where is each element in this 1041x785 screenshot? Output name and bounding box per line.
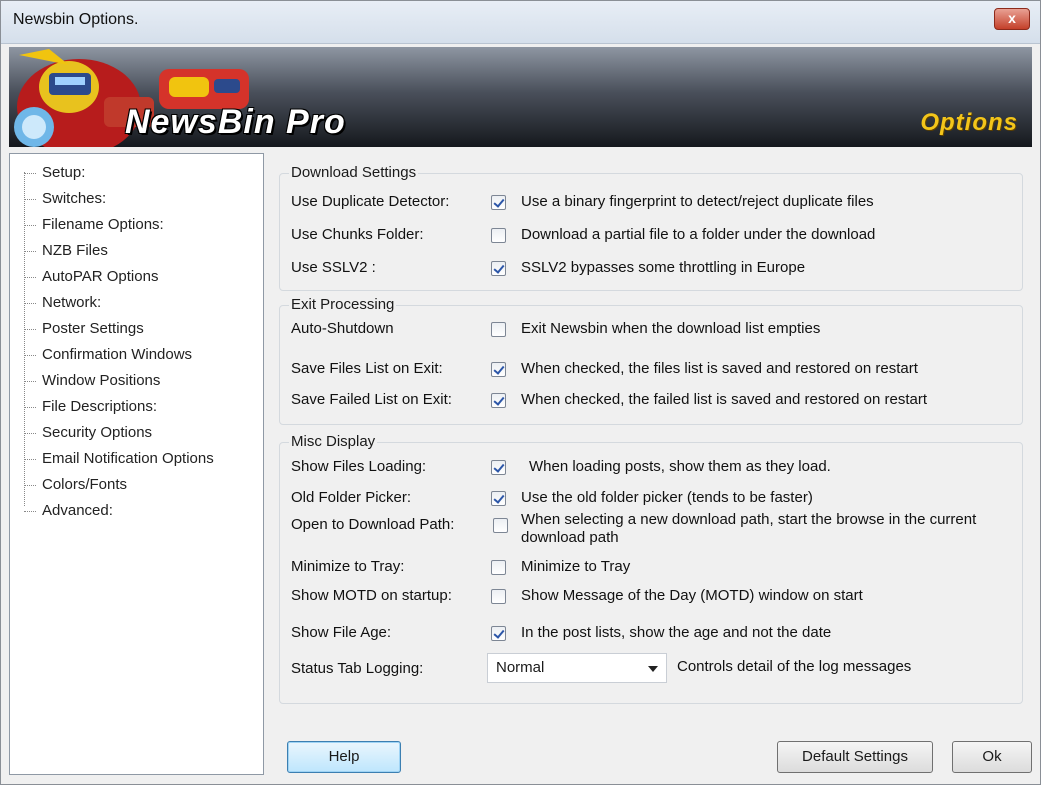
setting-description: Minimize to Tray (521, 558, 631, 575)
header-banner: NewsBin Pro Options (9, 47, 1032, 147)
nav-item-label: Security Options (42, 424, 153, 441)
setting-label: Open to Download Path: (291, 516, 455, 533)
help-button[interactable]: Help (287, 741, 401, 773)
setting-description: Show Message of the Day (MOTD) window on… (521, 587, 863, 604)
nav-item-label: Advanced: (42, 502, 113, 519)
tree-connector (24, 277, 36, 278)
tree-connector (24, 433, 36, 434)
nav-item-label: AutoPAR Options (42, 268, 159, 285)
tree-connector (24, 329, 36, 330)
setting-description: Exit Newsbin when the download list empt… (521, 320, 821, 337)
setting-checkbox[interactable] (491, 261, 506, 276)
setting-label: Use Duplicate Detector: (291, 193, 450, 210)
status-tab-logging-value: Normal (496, 659, 545, 676)
setting-description: In the post lists, show the age and not … (521, 624, 832, 641)
nav-item-label: NZB Files (42, 242, 108, 259)
tree-connector (24, 251, 36, 252)
setting-label: Use Chunks Folder: (291, 226, 424, 243)
options-window: Newsbin Options. x NewsBin Pro Options S… (0, 0, 1041, 785)
tree-connector (24, 381, 36, 382)
nav-item-label: Colors/Fonts (42, 476, 128, 493)
setting-description: When selecting a new download path, star… (521, 511, 977, 546)
tree-line (24, 172, 25, 506)
misc-display-title: Misc Display (289, 433, 378, 450)
tree-connector (24, 199, 36, 200)
setting-description: When checked, the files list is saved an… (521, 360, 918, 377)
setting-checkbox[interactable] (491, 393, 506, 408)
download-settings-title: Download Settings (289, 164, 419, 181)
setting-checkbox[interactable] (491, 362, 506, 377)
setting-checkbox[interactable] (491, 195, 506, 210)
setting-description: Use a binary fingerprint to detect/rejec… (521, 193, 874, 210)
setting-label: Show Files Loading: (291, 458, 427, 475)
setting-checkbox[interactable] (493, 518, 508, 533)
status-tab-logging-label: Status Tab Logging: (291, 660, 424, 677)
setting-label: Save Failed List on Exit: (291, 391, 452, 408)
tree-connector (24, 485, 36, 486)
setting-checkbox[interactable] (491, 228, 506, 243)
window-title: Newsbin Options. (13, 11, 139, 28)
nav-item-label: Confirmation Windows (42, 346, 193, 363)
nav-item-label: Network: (42, 294, 102, 311)
tree-connector (24, 407, 36, 408)
close-button[interactable]: x (994, 8, 1030, 30)
tree-connector (24, 225, 36, 226)
nav-item-label: Poster Settings (42, 320, 144, 337)
setting-checkbox[interactable] (491, 460, 506, 475)
setting-description: When checked, the failed list is saved a… (521, 391, 928, 408)
options-tree: Setup: Switches: Filename Options: NZB File… (9, 153, 264, 775)
setting-checkbox[interactable] (491, 560, 506, 575)
nav-item-label: Switches: (42, 190, 107, 207)
setting-label: Old Folder Picker: (291, 489, 412, 506)
setting-checkbox[interactable] (491, 626, 506, 641)
nav-item-label: Email Notification Options (42, 450, 214, 467)
setting-description: SSLV2 bypasses some throttling in Europe (521, 259, 806, 276)
exit-processing-title: Exit Processing (289, 296, 397, 313)
ok-button[interactable]: Ok (952, 741, 1032, 773)
nav-item-label: Filename Options: (42, 216, 164, 233)
tree-connector (24, 173, 36, 174)
setting-label: Auto-Shutdown (291, 320, 394, 337)
default-settings-button[interactable]: Default Settings (777, 741, 933, 773)
nav-item-label: Window Positions (42, 372, 161, 389)
options-heading: Options (920, 109, 1018, 136)
setting-checkbox[interactable] (491, 491, 506, 506)
setting-description: Use the old folder picker (tends to be f… (521, 489, 813, 506)
nav-item-label: Setup: (42, 164, 86, 181)
setting-label: Minimize to Tray: (291, 558, 405, 575)
tree-connector (24, 355, 36, 356)
title-bar[interactable]: Newsbin Options. x (1, 1, 1040, 44)
chevron-down-icon[interactable] (648, 666, 658, 672)
tree-connector (24, 511, 36, 512)
setting-checkbox[interactable] (491, 322, 506, 337)
tree-connector (24, 303, 36, 304)
setting-label: Use SSLV2 : (291, 259, 376, 276)
status-tab-logging-desc: Controls detail of the log messages (677, 658, 912, 675)
setting-description: When loading posts, show them as they lo… (529, 458, 831, 475)
setting-label: Show File Age: (291, 624, 392, 641)
setting-description: Download a partial file to a folder unde… (521, 226, 876, 243)
nav-item-label: File Descriptions: (42, 398, 158, 415)
setting-label: Save Files List on Exit: (291, 360, 443, 377)
tree-connector (24, 459, 36, 460)
setting-checkbox[interactable] (491, 589, 506, 604)
newsbin-pro-logo: NewsBin Pro (125, 103, 346, 141)
status-tab-logging-select[interactable]: Normal (487, 653, 667, 683)
setting-label: Show MOTD on startup: (291, 587, 452, 604)
